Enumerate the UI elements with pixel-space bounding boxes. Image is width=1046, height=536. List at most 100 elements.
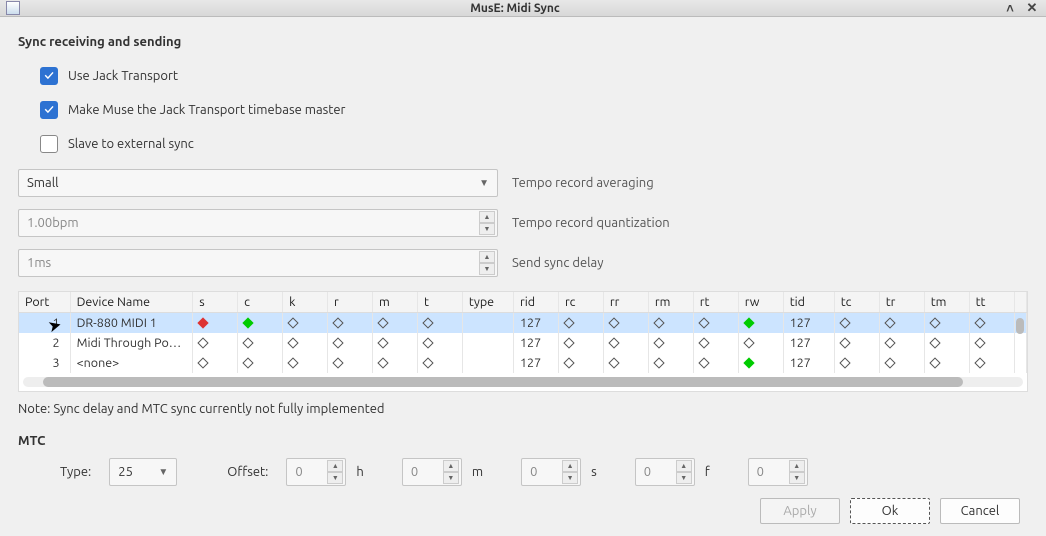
col-rc[interactable]: rc [558, 292, 603, 313]
col-tc[interactable]: tc [834, 292, 879, 313]
mtc-section-title: MTC [18, 434, 1028, 448]
status-dot-empty[interactable] [198, 357, 209, 368]
status-dot-empty[interactable] [743, 337, 754, 348]
status-dot-empty[interactable] [242, 357, 253, 368]
status-dot-empty[interactable] [287, 357, 298, 368]
status-dot-empty[interactable] [242, 337, 253, 348]
mtc-type-combo[interactable]: 25 ▼ [109, 458, 177, 486]
col-k[interactable]: k [283, 292, 328, 313]
status-dot-empty[interactable] [839, 357, 850, 368]
mtc-s-spin[interactable]: 0▲▼ [521, 458, 581, 486]
status-dot-empty[interactable] [332, 337, 343, 348]
mtc-s-unit: s [591, 465, 597, 479]
status-dot-empty[interactable] [198, 337, 209, 348]
status-dot-empty[interactable] [653, 357, 664, 368]
col-tr[interactable]: tr [879, 292, 924, 313]
status-dot-green[interactable] [743, 357, 754, 368]
sync-delay-spin[interactable]: 1ms ▲▼ [18, 249, 498, 277]
ok-button[interactable]: Ok [850, 498, 930, 524]
mtc-sf-spin[interactable]: 0▲▼ [748, 458, 808, 486]
status-dot-empty[interactable] [929, 357, 940, 368]
status-dot-empty[interactable] [608, 357, 619, 368]
col-s[interactable]: s [193, 292, 238, 313]
status-dot-empty[interactable] [422, 357, 433, 368]
status-dot-empty[interactable] [608, 337, 619, 348]
status-dot-empty[interactable] [608, 317, 619, 328]
horizontal-scrollbar[interactable] [23, 377, 1023, 387]
status-dot-empty[interactable] [287, 317, 298, 328]
status-dot-empty[interactable] [563, 337, 574, 348]
status-dot-empty[interactable] [377, 337, 388, 348]
cell-tid: 127 [783, 333, 834, 353]
status-dot-empty[interactable] [422, 337, 433, 348]
col-rt[interactable]: rt [693, 292, 738, 313]
spin-up-icon[interactable]: ▲ [479, 211, 495, 223]
vertical-scrollbar[interactable] [1016, 318, 1024, 334]
mtc-f-spin[interactable]: 0▲▼ [635, 458, 695, 486]
mtc-m-spin[interactable]: 0▲▼ [402, 458, 462, 486]
status-dot-empty[interactable] [563, 357, 574, 368]
col-rm[interactable]: rm [648, 292, 693, 313]
status-dot-empty[interactable] [974, 357, 985, 368]
col-tid[interactable]: tid [783, 292, 834, 313]
status-dot-empty[interactable] [884, 317, 895, 328]
status-dot-empty[interactable] [287, 337, 298, 348]
timebase-master-checkbox[interactable] [40, 101, 58, 119]
col-rw[interactable]: rw [738, 292, 783, 313]
col-tt[interactable]: tt [969, 292, 1014, 313]
col-c[interactable]: c [238, 292, 283, 313]
cell-device: Midi Through Po… [70, 333, 193, 353]
note-text: Note: Sync delay and MTC sync currently … [18, 402, 1028, 416]
table-row[interactable]: 1DR-880 MIDI 1127127 [19, 313, 1027, 334]
col-m[interactable]: m [373, 292, 418, 313]
status-dot-empty[interactable] [377, 317, 388, 328]
status-dot-red[interactable] [198, 317, 209, 328]
status-dot-empty[interactable] [884, 337, 895, 348]
status-dot-green[interactable] [743, 317, 754, 328]
status-dot-empty[interactable] [974, 337, 985, 348]
cancel-button[interactable]: Cancel [940, 498, 1020, 524]
status-dot-empty[interactable] [332, 357, 343, 368]
col-tm[interactable]: tm [924, 292, 969, 313]
status-dot-empty[interactable] [653, 317, 664, 328]
col-type[interactable]: type [462, 292, 513, 313]
status-dot-empty[interactable] [422, 317, 433, 328]
status-dot-empty[interactable] [698, 357, 709, 368]
status-dot-empty[interactable] [698, 317, 709, 328]
spin-up-icon[interactable]: ▲ [479, 251, 495, 263]
close-icon[interactable]: ✕ [1024, 0, 1040, 16]
col-port[interactable]: Port [19, 292, 70, 313]
col-device[interactable]: Device Name [70, 292, 193, 313]
col-t[interactable]: t [417, 292, 462, 313]
jack-transport-checkbox[interactable] [40, 67, 58, 85]
mtc-type-label: Type: [60, 465, 91, 479]
col-rid[interactable]: rid [513, 292, 558, 313]
status-dot-green[interactable] [242, 317, 253, 328]
sync-delay-value: 1ms [27, 256, 51, 270]
apply-button[interactable]: Apply [760, 498, 840, 524]
rollup-icon[interactable]: ˄ [1002, 0, 1018, 16]
table-row[interactable]: 3<none>127127 [19, 353, 1027, 373]
col-rr[interactable]: rr [603, 292, 648, 313]
cell-rid: 127 [513, 333, 558, 353]
status-dot-empty[interactable] [698, 337, 709, 348]
status-dot-empty[interactable] [332, 317, 343, 328]
status-dot-empty[interactable] [929, 317, 940, 328]
status-dot-empty[interactable] [974, 317, 985, 328]
averaging-combo[interactable]: Small ▼ [18, 169, 498, 197]
status-dot-empty[interactable] [839, 337, 850, 348]
status-dot-empty[interactable] [653, 337, 664, 348]
status-dot-empty[interactable] [377, 357, 388, 368]
col-r[interactable]: r [328, 292, 373, 313]
slave-external-checkbox[interactable] [40, 135, 58, 153]
quantization-spin[interactable]: 1.00bpm ▲▼ [18, 209, 498, 237]
spin-down-icon[interactable]: ▼ [479, 223, 495, 235]
status-dot-empty[interactable] [929, 337, 940, 348]
slave-external-label: Slave to external sync [68, 137, 194, 151]
spin-down-icon[interactable]: ▼ [479, 263, 495, 275]
mtc-h-spin[interactable]: 0▲▼ [286, 458, 346, 486]
status-dot-empty[interactable] [839, 317, 850, 328]
status-dot-empty[interactable] [884, 357, 895, 368]
status-dot-empty[interactable] [563, 317, 574, 328]
table-row[interactable]: 2Midi Through Po…127127 [19, 333, 1027, 353]
